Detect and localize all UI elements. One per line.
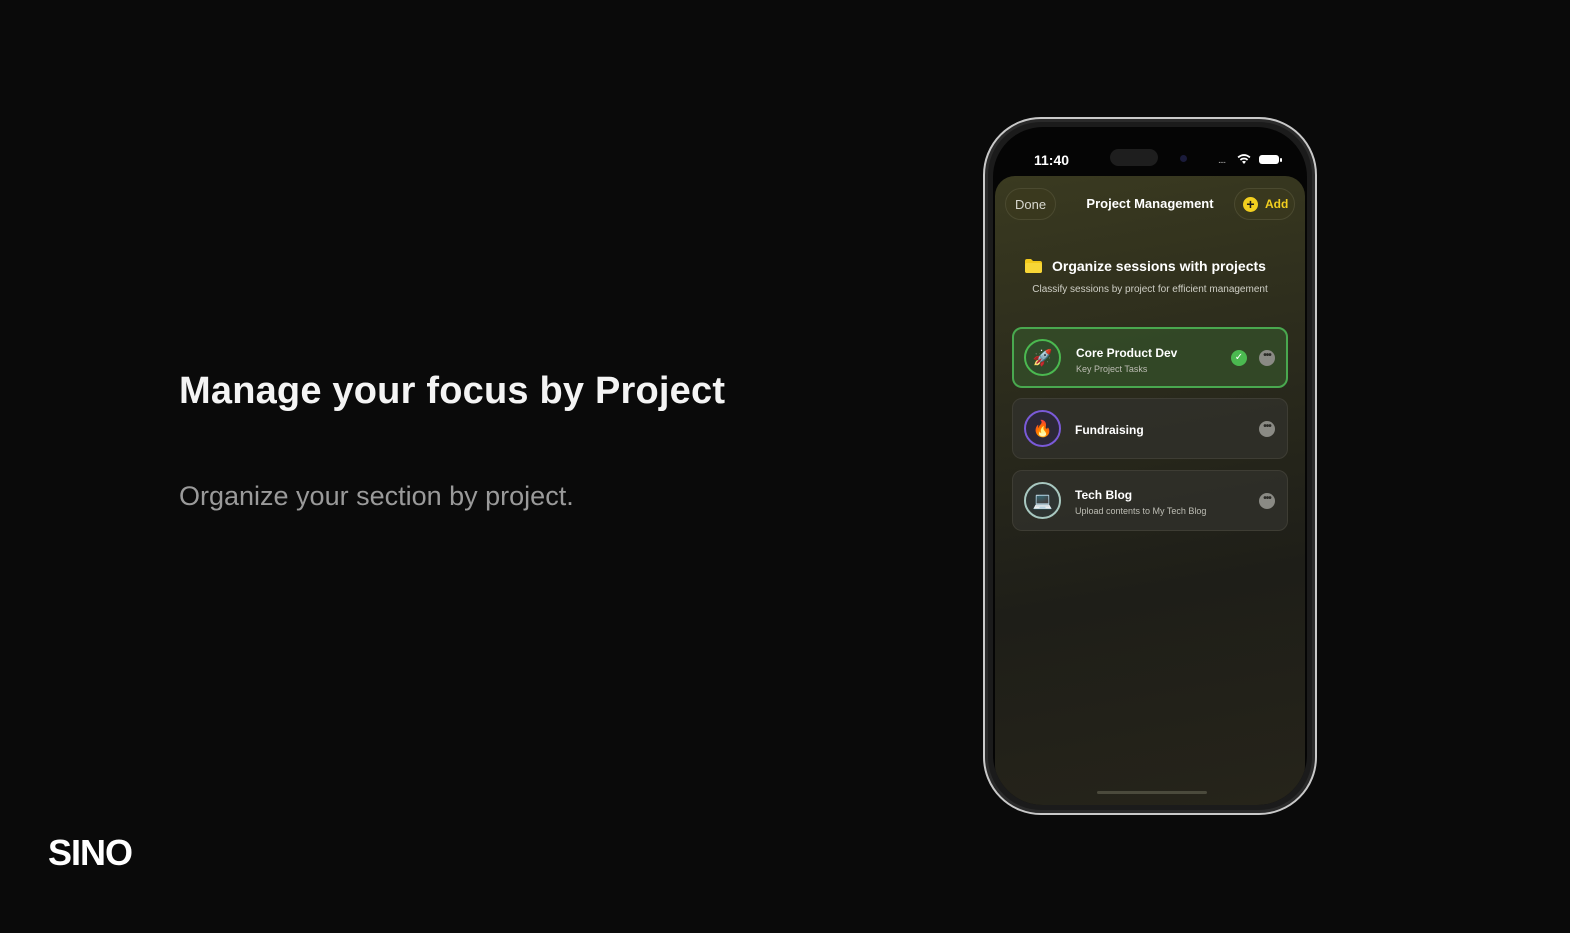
subheadline: Organize your section by project. xyxy=(179,481,574,511)
headline: Manage your focus by Project xyxy=(179,370,726,412)
project-card-fundraising[interactable]: 🔥 Fundraising ••• xyxy=(1012,398,1288,459)
signal-icon: .... xyxy=(1218,155,1226,166)
more-options-icon[interactable]: ••• xyxy=(1259,421,1275,437)
intro-description: Classify sessions by project for efficie… xyxy=(1032,284,1268,295)
checkmark-icon: ✓ xyxy=(1231,350,1247,366)
project-subtitle: Key Project Tasks xyxy=(1076,364,1148,374)
project-subtitle: Upload contents to My Tech Blog xyxy=(1075,506,1207,516)
camera-indicator xyxy=(1180,155,1187,162)
project-name: Fundraising xyxy=(1075,423,1144,437)
more-options-icon[interactable]: ••• xyxy=(1259,350,1275,366)
add-button-label: Add xyxy=(1265,197,1289,211)
intro-title: Organize sessions with projects xyxy=(1025,258,1266,274)
home-indicator xyxy=(1097,791,1207,794)
dynamic-island xyxy=(1110,149,1158,166)
project-name: Core Product Dev xyxy=(1076,346,1178,360)
phone-screen: 11:40 .... Done Project Management + Add xyxy=(993,127,1307,805)
project-card-core-product-dev[interactable]: 🚀 Core Product Dev Key Project Tasks ✓ •… xyxy=(1012,327,1288,388)
promo-slide: Manage your focus by Project Organize yo… xyxy=(0,0,1570,933)
wifi-icon xyxy=(1237,154,1251,164)
project-management-sheet: Done Project Management + Add Organize s… xyxy=(995,176,1305,805)
status-time: 11:40 xyxy=(1034,152,1070,168)
battery-icon xyxy=(1259,155,1282,164)
intro-title-text: Organize sessions with projects xyxy=(1052,258,1266,274)
project-name: Tech Blog xyxy=(1075,488,1133,502)
rocket-icon: 🚀 xyxy=(1024,339,1061,376)
more-options-icon[interactable]: ••• xyxy=(1259,493,1275,509)
fire-icon: 🔥 xyxy=(1024,410,1061,447)
add-button[interactable]: + Add xyxy=(1234,188,1295,220)
plus-circle-icon: + xyxy=(1243,197,1258,212)
phone-mockup: 11:40 .... Done Project Management + Add xyxy=(983,117,1317,815)
project-card-tech-blog[interactable]: 💻 Tech Blog Upload contents to My Tech B… xyxy=(1012,470,1288,531)
laptop-icon: 💻 xyxy=(1024,482,1061,519)
brand-logo: SINO xyxy=(48,832,133,873)
